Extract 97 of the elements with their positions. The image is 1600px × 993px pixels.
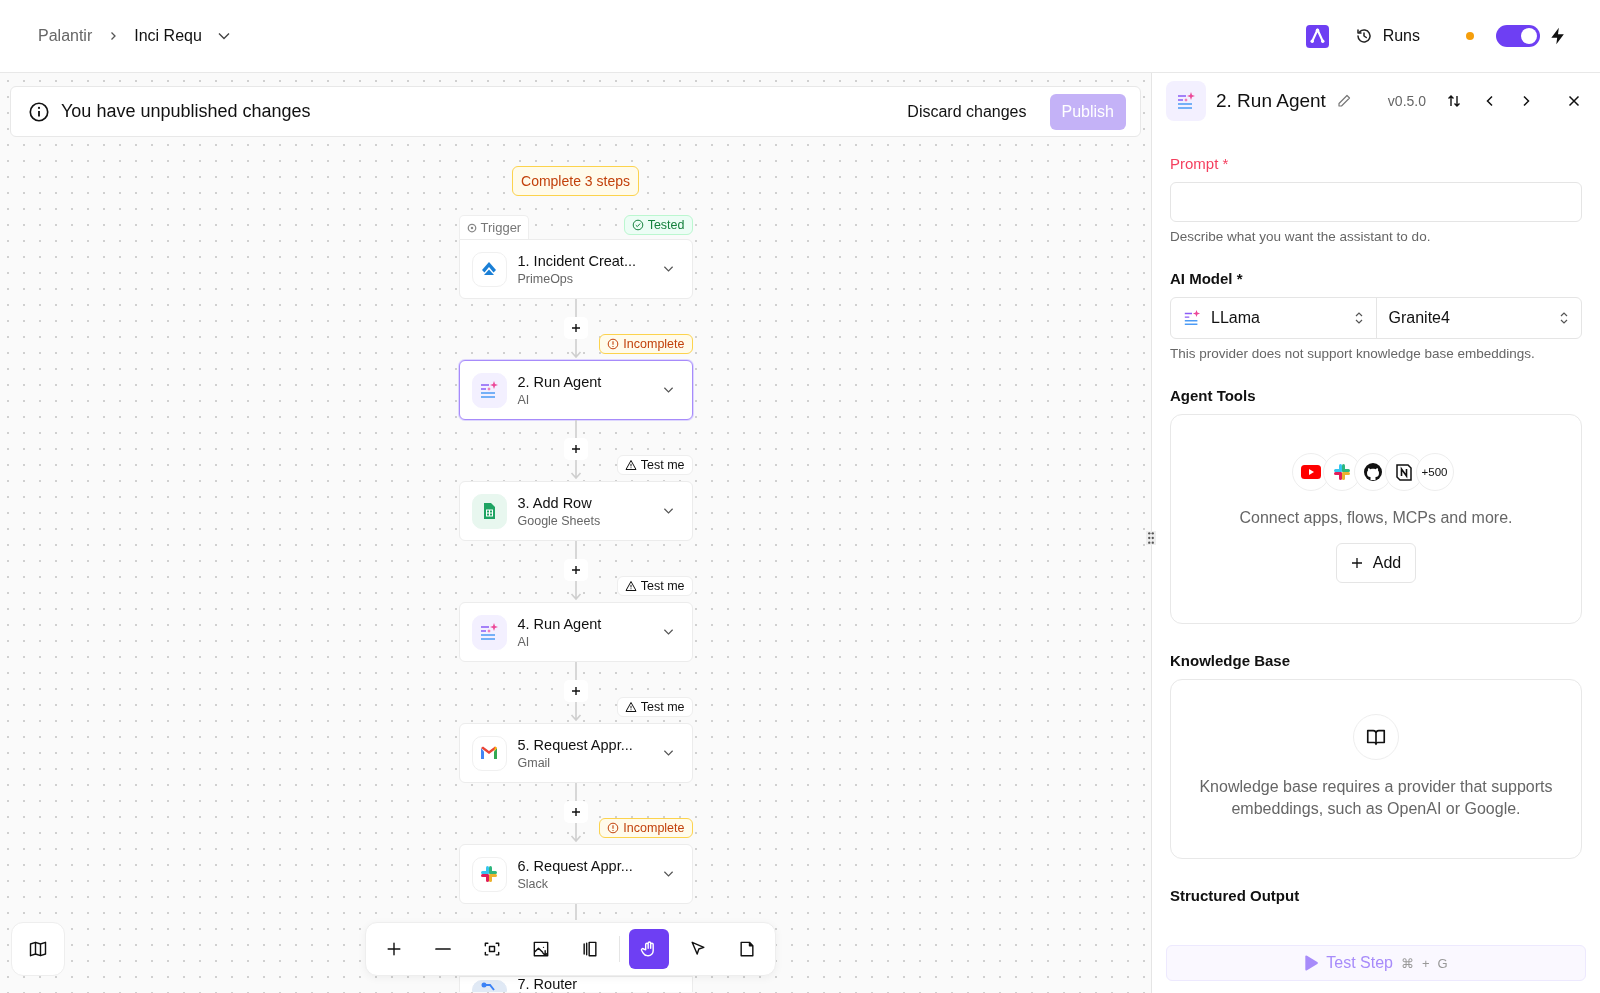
app-logo-icon[interactable]: [1305, 24, 1329, 48]
minus-icon: [435, 948, 451, 950]
plus-icon: [570, 323, 581, 333]
step-title: 7. Router: [517, 977, 579, 992]
pan-tool-button[interactable]: [629, 929, 669, 969]
step-node[interactable]: 1. Incident Creat... PrimeOps: [458, 239, 693, 299]
flow-name[interactable]: Inci Requ: [134, 27, 202, 45]
step-node[interactable]: 6. Request Appr... Slack: [458, 844, 693, 904]
trigger-icon: [466, 222, 477, 233]
play-logo-icon: [1300, 462, 1321, 482]
add-step-button[interactable]: [563, 438, 588, 460]
step-title: 4. Run Agent: [517, 615, 603, 632]
chevron-down-icon[interactable]: [662, 628, 674, 636]
step-title: 2. Run Agent: [1216, 90, 1326, 112]
cat-logo-icon: [1362, 462, 1383, 482]
plus-icon: [570, 686, 581, 696]
hash-logo-icon: [1331, 462, 1352, 482]
agent-tools-heading: Agent Tools: [1170, 387, 1257, 404]
version-label: v0.5.0: [1387, 93, 1426, 109]
knowledge-base-description: Knowledge base requires a provider that supports embeddings, such as OpenAI or Google.: [1198, 777, 1554, 820]
step-node[interactable]: 5. Request Appr... Gmail: [458, 723, 693, 783]
caret-icon[interactable]: [217, 32, 230, 40]
warning-triangle-icon: [624, 580, 637, 592]
chevron-down-icon[interactable]: [662, 870, 674, 878]
chevron-down-icon[interactable]: [662, 265, 674, 273]
history-icon: [1354, 27, 1373, 45]
step-title: 1. Incident Creat...: [517, 252, 637, 269]
plus-icon: [570, 807, 581, 817]
breadcrumb-link[interactable]: Palantir: [38, 27, 93, 45]
discard-button[interactable]: Discard changes: [901, 101, 1033, 122]
map-icon: [28, 939, 48, 959]
knowledge-base-heading: Knowledge Base: [1170, 652, 1292, 669]
step-app-name: Google Sheets: [517, 513, 602, 528]
plus-icon: [1350, 557, 1363, 570]
add-step-button[interactable]: [563, 317, 588, 339]
step-node[interactable]: 7. Router: [458, 976, 693, 992]
agent-tools-description: Connect apps, flows, MCPs and more.: [1238, 508, 1514, 528]
hash-logo-icon: [479, 864, 499, 884]
sparkle-lines-icon: [479, 380, 499, 400]
step-title: 2. Run Agent: [517, 373, 603, 390]
minimap-button[interactable]: [11, 922, 65, 976]
status-tag: Test me: [616, 576, 693, 596]
ai-model-label: AI Model *: [1170, 270, 1244, 287]
step-title: 3. Add Row: [517, 494, 593, 511]
add-step-button[interactable]: [563, 559, 588, 581]
prompt-label: Prompt *: [1170, 155, 1230, 172]
status-tag: Tested: [623, 215, 693, 235]
image-icon: [531, 939, 551, 959]
warning-triangle-icon: [624, 701, 637, 713]
step-title: 5. Request Appr...: [517, 736, 634, 753]
close-icon[interactable]: [1566, 93, 1582, 109]
notebook-logo-icon: [1393, 462, 1414, 482]
warning-triangle-icon: [624, 459, 637, 471]
chevron-down-icon[interactable]: [662, 507, 674, 515]
swap-icon[interactable]: [1446, 93, 1462, 109]
runs-button[interactable]: Runs: [1350, 23, 1424, 49]
resize-handle-icon[interactable]: [1146, 531, 1156, 545]
banner-message: You have unpublished changes: [61, 101, 311, 122]
step-app-name: Gmail: [517, 755, 552, 770]
steps-summary-badge[interactable]: Complete 3 steps: [512, 166, 639, 196]
status-tag: Test me: [616, 697, 693, 717]
add-step-button[interactable]: [563, 680, 588, 702]
status-tag: Incomplete: [599, 818, 693, 838]
step-node[interactable]: 2. Run Agent AI: [458, 360, 693, 420]
sparkle-lines-icon: [1176, 91, 1196, 111]
connector-line: [574, 904, 577, 920]
alert-circle-icon: [607, 822, 620, 834]
info-icon: [28, 100, 50, 123]
check-circle-icon: [631, 219, 644, 231]
prompt-hint: Describe what you want the assistant to do.: [1170, 229, 1432, 244]
plus-icon: [570, 444, 581, 454]
step-app-name: Slack: [517, 876, 550, 891]
provider-note: This provider does not support knowledge base embeddings.: [1170, 346, 1536, 361]
status-tag: Test me: [616, 455, 693, 475]
structured-output-heading: Structured Output: [1170, 887, 1301, 904]
step-app-name: AI: [517, 634, 531, 649]
frame-icon: [482, 939, 502, 959]
plus-icon: [570, 565, 581, 575]
panel-icon: [580, 939, 600, 959]
alert-circle-icon: [607, 338, 620, 350]
chevron-down-icon[interactable]: [662, 386, 674, 394]
edit-icon[interactable]: [1335, 93, 1352, 109]
more-apps-count: +500: [1415, 453, 1454, 491]
step-app-name: PrimeOps: [517, 271, 575, 286]
step-app-name: AI: [517, 392, 531, 407]
prompt-input-field[interactable]: [1170, 182, 1582, 222]
page-icon: [737, 939, 757, 959]
status-tag: Incomplete: [599, 334, 693, 354]
chevron-down-icon[interactable]: [662, 749, 674, 757]
step-title: 6. Request Appr...: [517, 857, 634, 874]
add-step-button[interactable]: [563, 801, 588, 823]
play-icon: [1304, 955, 1319, 971]
sparkle-lines-icon: [479, 622, 499, 642]
enable-toggle[interactable]: [1496, 25, 1540, 47]
step-node[interactable]: 4. Run Agent AI: [458, 602, 693, 662]
add-tool-button[interactable]: Add: [1335, 543, 1417, 584]
step-node[interactable]: 3. Add Row Google Sheets: [458, 481, 693, 541]
